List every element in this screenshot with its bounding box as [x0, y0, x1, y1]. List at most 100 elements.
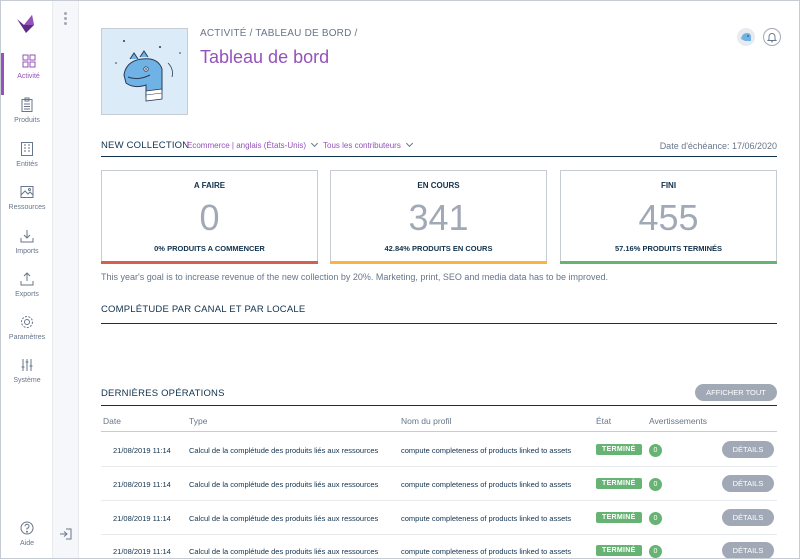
avatar-icon	[741, 33, 751, 41]
nav-label: Imports	[15, 248, 39, 255]
export-icon	[20, 272, 34, 286]
notifications-button[interactable]	[763, 28, 781, 46]
nav-item-exports[interactable]: Exports	[1, 271, 53, 313]
status-badge: TERMINÉ	[596, 512, 642, 523]
kpi-subtitle: 0% PRODUITS A COMMENCER	[154, 244, 265, 253]
nav-label: Activité	[17, 73, 40, 80]
help-icon	[20, 521, 34, 535]
chevron-down-icon	[405, 139, 413, 148]
kpi-done: FINI 455 57.16% PRODUITS TERMINÉS	[560, 170, 777, 264]
kpi-status-bar	[330, 261, 547, 264]
main-content: ACTIVITÉ / TABLEAU DE BORD / Tableau de …	[80, 1, 799, 558]
collection-header: NEW COLLECTION Ecommerce | anglais (État…	[101, 137, 777, 157]
details-button[interactable]: DÉTAILS	[722, 509, 774, 526]
operations-title: DERNIÈRES OPÉRATIONS	[101, 388, 225, 399]
nav-label: Entités	[16, 161, 38, 168]
row-date: 21/08/2019 11:14	[113, 547, 171, 556]
import-icon	[20, 230, 34, 243]
kpi-title: FINI	[660, 181, 677, 190]
dashboard-icon	[22, 54, 35, 68]
kpi-subtitle: 57.16% PRODUITS TERMINÉS	[614, 244, 723, 253]
clipboard-icon	[21, 97, 33, 112]
details-button[interactable]: DÉTAILS	[722, 475, 774, 492]
row-profile: compute completeness of products linked …	[401, 547, 572, 556]
kpi-status-bar	[560, 261, 777, 264]
row-date: 21/08/2019 11:14	[113, 446, 171, 455]
show-all-button[interactable]: AFFICHER TOUT	[695, 384, 777, 401]
gear-icon	[21, 316, 33, 328]
kpi-in-progress: EN COURS 341 42.84% PRODUITS EN COURS	[330, 170, 547, 264]
nav-label: Exports	[15, 291, 39, 298]
nav-item-products[interactable]: Produits	[1, 97, 53, 139]
nav-item-activity[interactable]: Activité	[1, 53, 53, 95]
nav-label: Système	[13, 377, 41, 384]
status-badge: TERMINÉ	[596, 545, 642, 556]
chevron-down-icon	[310, 139, 319, 148]
row-type: Calcul de la complétude des produits lié…	[189, 514, 379, 523]
kpi-status-bar	[101, 261, 318, 264]
table-row[interactable]: 21/08/2019 11:14 Calcul de la complétude…	[101, 501, 777, 535]
nav-label: Paramètres	[8, 334, 46, 341]
row-date: 21/08/2019 11:14	[113, 480, 171, 489]
warnings-count: 0	[649, 478, 662, 491]
table-row[interactable]: 21/08/2019 11:14 Calcul de la complétude…	[101, 467, 777, 501]
channel-locale-filter[interactable]: Ecommerce | anglais (États-Unis)	[187, 139, 319, 150]
row-type: Calcul de la complétude des produits lié…	[189, 547, 379, 556]
row-profile: compute completeness of products linked …	[401, 446, 572, 455]
table-row[interactable]: 21/08/2019 11:14 Calcul de la complétude…	[101, 535, 777, 558]
nav-item-settings[interactable]: Paramètres	[1, 314, 53, 356]
entity-icon	[21, 142, 33, 156]
nav-item-entities[interactable]: Entités	[1, 141, 53, 183]
nav-item-help[interactable]: Aide	[1, 520, 53, 558]
completeness-heading: COMPLÉTUDE PAR CANAL ET PAR LOCALE	[101, 304, 777, 324]
column-date[interactable]: Date	[103, 416, 121, 426]
warnings-count: 0	[649, 444, 662, 457]
details-button[interactable]: DÉTAILS	[722, 441, 774, 458]
contributors-filter[interactable]: Tous les contributeurs	[323, 139, 413, 150]
status-badge: TERMINÉ	[596, 478, 642, 489]
row-date: 21/08/2019 11:14	[113, 514, 171, 523]
bell-icon	[766, 33, 778, 43]
collapse-panel-icon[interactable]	[59, 527, 73, 541]
dashboard-illustration	[101, 28, 188, 115]
kpi-subtitle: 42.84% PRODUITS EN COURS	[384, 244, 493, 253]
kpi-title: A FAIRE	[193, 181, 226, 190]
secondary-column	[53, 1, 79, 558]
kpi-todo: A FAIRE 0 0% PRODUITS A COMMENCER	[101, 170, 318, 264]
akeneo-logo-icon[interactable]	[14, 11, 38, 35]
more-options-icon[interactable]	[64, 12, 67, 27]
warnings-count: 0	[649, 545, 662, 558]
nav-item-imports[interactable]: Imports	[1, 228, 53, 270]
page-title: Tableau de bord	[200, 47, 330, 67]
nav-item-system[interactable]: Système	[1, 357, 53, 399]
warnings-count: 0	[649, 512, 662, 525]
contributors-label: Tous les contributeurs	[323, 141, 401, 150]
details-button[interactable]: DÉTAILS	[722, 542, 774, 558]
column-warnings[interactable]: Avertissements	[649, 416, 707, 426]
image-icon	[20, 186, 34, 198]
column-state[interactable]: État	[596, 416, 611, 426]
sliders-icon	[21, 359, 33, 371]
row-type: Calcul de la complétude des produits lié…	[189, 480, 379, 489]
kpi-value: 0	[199, 197, 220, 238]
app-window: Activité Produits Entités Ressources Imp…	[0, 0, 800, 559]
operations-header: DERNIÈRES OPÉRATIONS AFFICHER TOUT	[101, 384, 777, 406]
column-type[interactable]: Type	[189, 416, 207, 426]
column-profile[interactable]: Nom du profil	[401, 416, 452, 426]
creature-illustration-icon	[115, 40, 181, 102]
row-profile: compute completeness of products linked …	[401, 514, 572, 523]
kpi-value: 341	[408, 197, 469, 238]
nav-item-assets[interactable]: Ressources	[1, 184, 53, 226]
channel-locale-label: Ecommerce | anglais (États-Unis)	[187, 141, 306, 150]
main-nav: Activité Produits Entités Ressources Imp…	[1, 1, 53, 558]
row-type: Calcul de la complétude des produits lié…	[189, 446, 379, 455]
collection-title: NEW COLLECTION	[101, 140, 190, 151]
nav-label: Aide	[19, 540, 34, 547]
breadcrumb[interactable]: ACTIVITÉ / TABLEAU DE BORD /	[200, 28, 358, 39]
row-profile: compute completeness of products linked …	[401, 480, 572, 489]
due-date: Date d'échéance: 17/06/2020	[659, 141, 777, 151]
collection-goal: This year's goal is to increase revenue …	[101, 272, 608, 282]
table-row[interactable]: 21/08/2019 11:14 Calcul de la complétude…	[101, 433, 777, 467]
user-avatar[interactable]	[737, 28, 755, 46]
status-badge: TERMINÉ	[596, 444, 642, 455]
